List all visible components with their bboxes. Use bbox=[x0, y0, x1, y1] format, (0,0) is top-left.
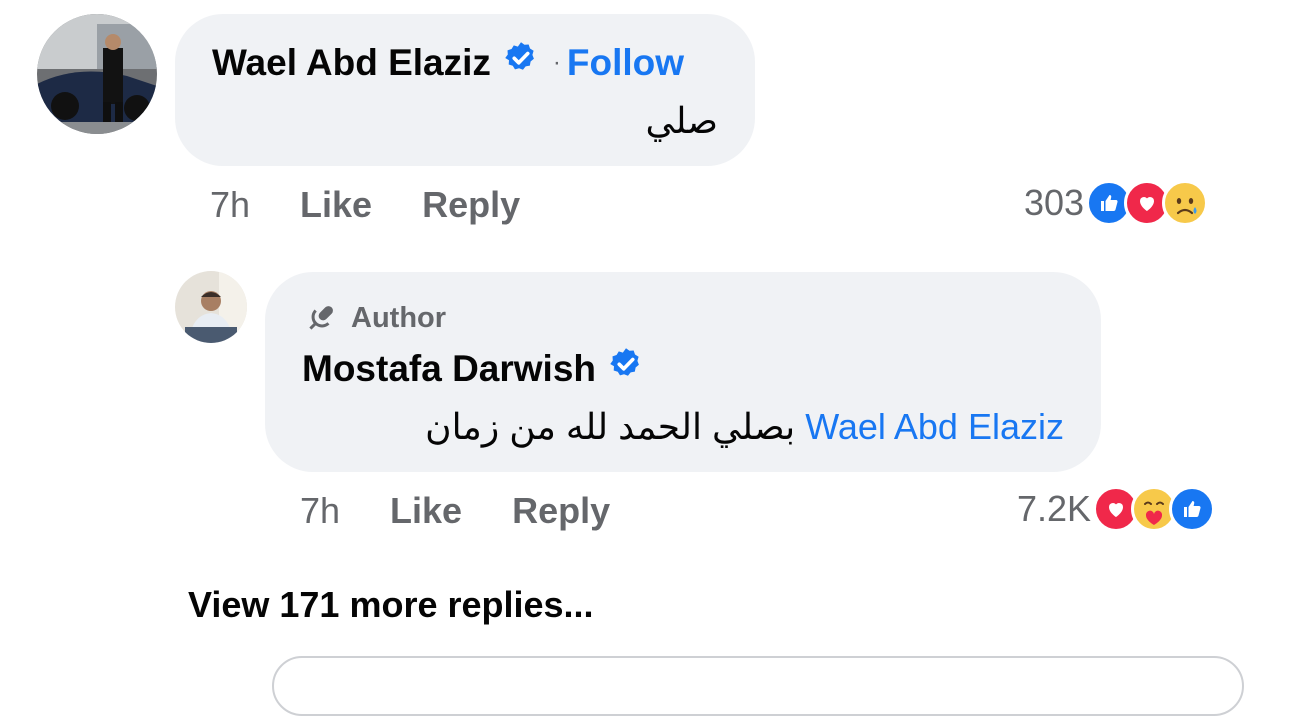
follow-button[interactable]: Follow bbox=[567, 42, 684, 84]
commenter-name[interactable]: Wael Abd Elaziz bbox=[212, 42, 491, 84]
mention-link[interactable]: Wael Abd Elaziz bbox=[805, 406, 1064, 447]
comment-bubble: Wael Abd Elaziz · Follow صلي bbox=[175, 14, 755, 166]
like-button[interactable]: Like bbox=[300, 184, 372, 226]
author-badge: Author bbox=[303, 300, 446, 336]
separator-dot: · bbox=[552, 48, 561, 76]
commenter-avatar[interactable] bbox=[37, 14, 157, 134]
reaction-count: 7.2K bbox=[1017, 488, 1092, 529]
reply-input-field[interactable] bbox=[272, 656, 1244, 716]
reply-bubble: Author Mostafa Darwish Wael Abd Elaziz ب… bbox=[265, 272, 1101, 472]
reaction-count: 303 bbox=[1024, 182, 1085, 223]
sad-icon bbox=[1162, 180, 1209, 226]
comment-actions: 7h Like Reply bbox=[210, 184, 520, 226]
verified-badge-icon bbox=[503, 40, 539, 85]
like-button[interactable]: Like bbox=[390, 490, 462, 532]
reply-actions: 7h Like Reply bbox=[300, 490, 610, 532]
comment-header: Wael Abd Elaziz · Follow bbox=[212, 40, 684, 85]
reply-author-name[interactable]: Mostafa Darwish bbox=[302, 348, 596, 390]
comment-text: صلي bbox=[645, 100, 719, 141]
author-avatar[interactable] bbox=[175, 271, 247, 343]
reply-button[interactable]: Reply bbox=[512, 490, 610, 532]
reply-button[interactable]: Reply bbox=[422, 184, 520, 226]
view-more-replies-link[interactable]: View 171 more replies... bbox=[188, 584, 594, 626]
microphone-icon bbox=[303, 300, 339, 336]
comment-timestamp[interactable]: 7h bbox=[210, 184, 250, 226]
verified-badge-icon bbox=[608, 346, 644, 391]
reply-reactions[interactable]: 7.2K bbox=[1017, 486, 1216, 532]
reply-message: بصلي الحمد لله من زمان bbox=[425, 406, 796, 447]
author-label: Author bbox=[351, 301, 447, 334]
comment-reactions[interactable]: 303 bbox=[1024, 180, 1209, 226]
reply-header: Mostafa Darwish bbox=[302, 346, 644, 391]
reply-text: Wael Abd Elaziz بصلي الحمد لله من زمان bbox=[425, 406, 1064, 448]
reply-timestamp[interactable]: 7h bbox=[300, 490, 340, 532]
like-icon bbox=[1169, 486, 1216, 532]
